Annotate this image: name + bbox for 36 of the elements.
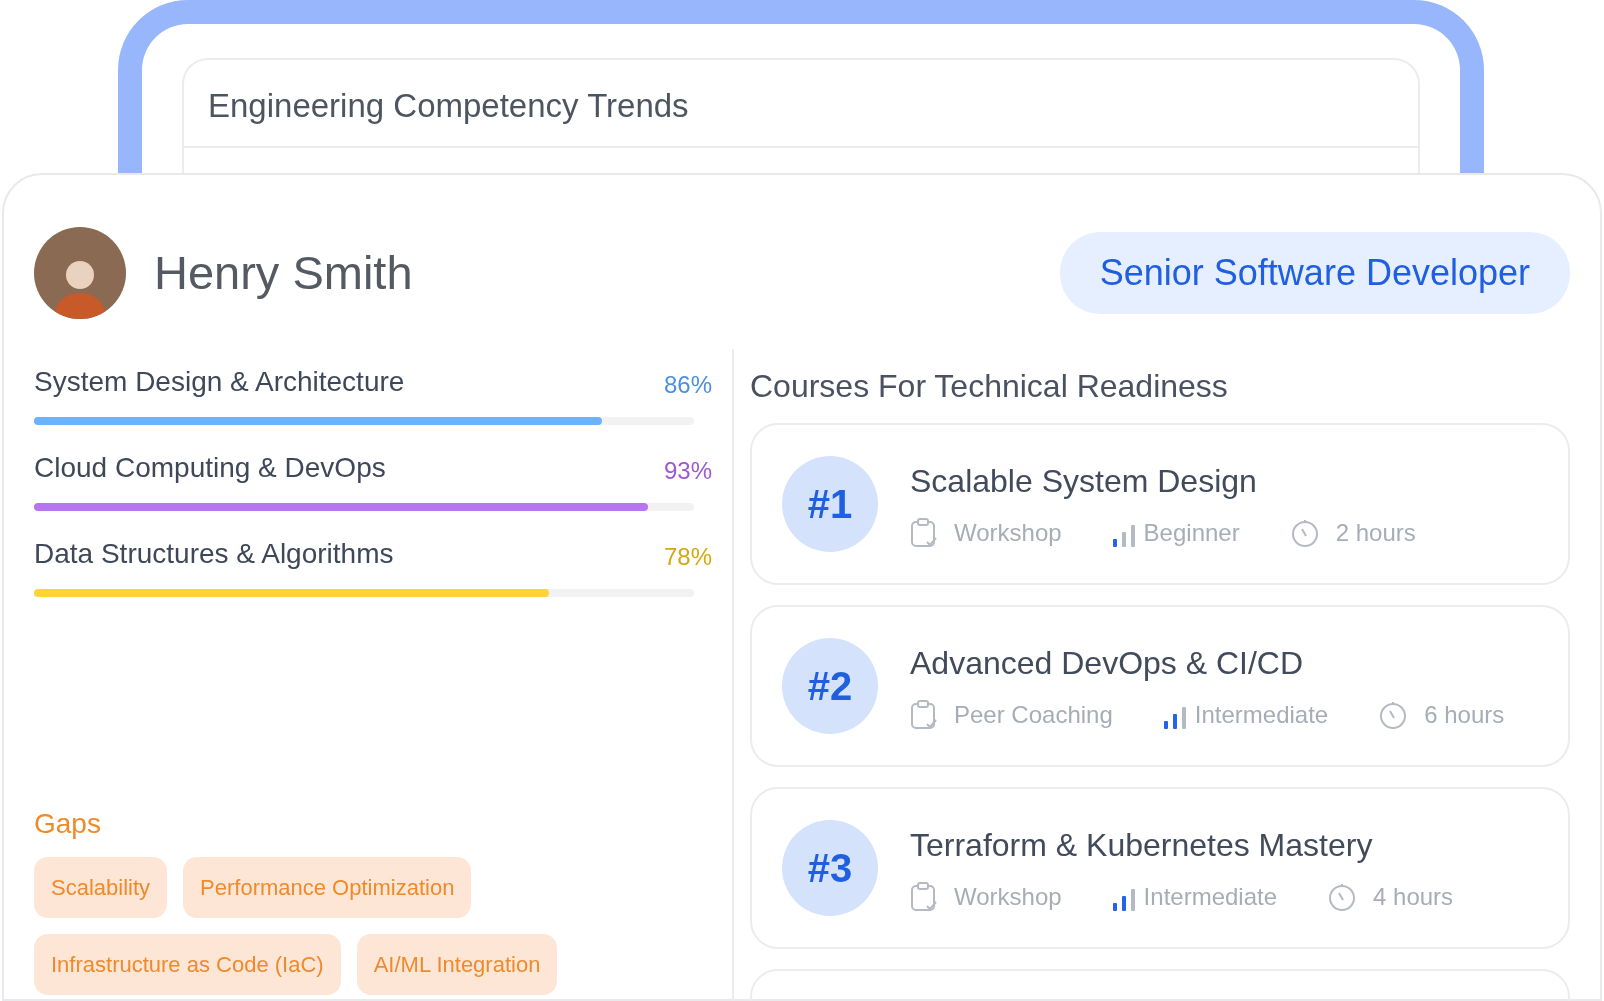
gap-tag: Scalability [34,857,168,918]
gaps-heading: Gaps [34,807,102,841]
course-difficulty: Intermediate [1194,700,1329,731]
skill-percent: 93% [663,456,712,486]
course-format: Peer Coaching [954,700,1113,731]
panel-title: Engineering Competency Trends [184,60,1418,148]
skill-name: Data Structures & Algorithms [34,537,394,571]
course-duration: 4 hours [1373,882,1454,913]
gap-tag: Performance Optimization [183,857,472,918]
person-name: Henry Smith [154,244,413,301]
course-title: Scalable System Design [910,462,1258,502]
clipboard-icon [910,700,938,731]
rank-badge: #1 [782,456,878,553]
clipboard-icon [910,882,938,913]
gap-tag: Infrastructure as Code (IaC) [34,934,341,995]
course-format: Workshop [954,882,1062,913]
timer-icon [1378,700,1409,731]
skill-percent: 86% [663,370,712,400]
course-difficulty: Beginner [1143,518,1240,549]
timer-icon [1327,882,1357,913]
course-duration: 2 hours [1335,518,1416,549]
gap-tag: AI/ML Integration [356,934,558,995]
course-duration: 6 hours [1424,700,1505,731]
role-badge: Senior Software Developer [1059,232,1570,314]
course-difficulty: Intermediate [1143,882,1277,913]
course-title: Terraform & Kubernetes Mastery [910,826,1374,866]
section-heading: Courses For Technical Readiness [750,367,1229,406]
skill-percent: 78% [663,542,712,572]
course-format: Workshop [954,518,1062,549]
course-title: Advanced DevOps & CI/CD [910,644,1305,684]
skill-name: Cloud Computing & DevOps [34,451,386,485]
rank-badge: #2 [782,638,878,735]
skill-name: System Design & Architecture [34,365,405,399]
timer-icon [1289,518,1320,549]
rank-badge: #3 [782,820,878,917]
clipboard-icon [910,518,938,549]
